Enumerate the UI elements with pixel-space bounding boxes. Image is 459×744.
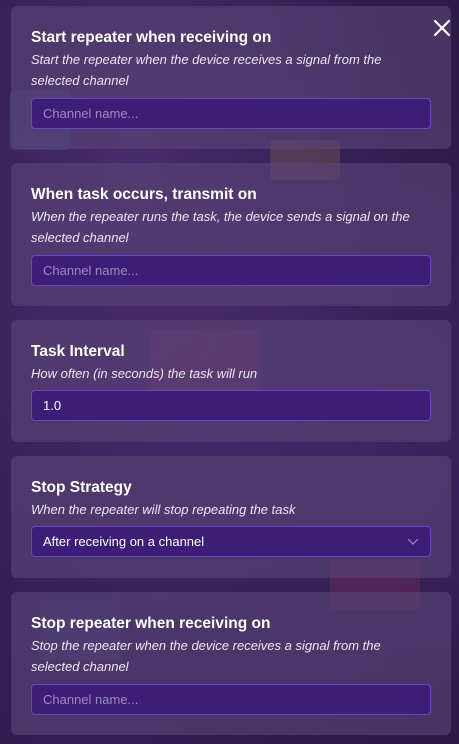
start-channel-input[interactable] xyxy=(43,106,419,121)
stop-strategy-value: After receiving on a channel xyxy=(43,534,205,549)
section-transmit-on: When task occurs, transmit on When the r… xyxy=(11,163,451,306)
close-button[interactable] xyxy=(431,17,453,39)
section-title: Stop Strategy xyxy=(31,479,132,496)
section-description: When the repeater will stop repeating th… xyxy=(31,502,296,517)
section-title: Task Interval xyxy=(31,343,125,360)
transmit-channel-field[interactable] xyxy=(31,255,431,286)
section-description: How often (in seconds) the task will run xyxy=(31,366,258,381)
stop-channel-field[interactable] xyxy=(31,684,431,715)
stop-channel-input[interactable] xyxy=(43,692,419,707)
section-task-interval: Task Interval How often (in seconds) the… xyxy=(11,320,451,442)
task-interval-field[interactable] xyxy=(31,390,431,421)
section-title: Stop repeater when receiving on xyxy=(31,615,271,632)
section-description: Start the repeater when the device recei… xyxy=(31,52,382,88)
section-title: When task occurs, transmit on xyxy=(31,186,257,203)
section-stop-strategy: Stop Strategy When the repeater will sto… xyxy=(11,456,451,578)
transmit-channel-input[interactable] xyxy=(43,263,419,278)
section-description: Stop the repeater when the device receiv… xyxy=(31,638,381,674)
section-description: When the repeater runs the task, the dev… xyxy=(31,209,410,245)
section-title: Start repeater when receiving on xyxy=(31,29,272,46)
section-stop-repeater: Stop repeater when receiving on Stop the… xyxy=(11,592,451,735)
close-icon xyxy=(433,19,451,37)
task-interval-input[interactable] xyxy=(43,398,419,413)
stop-strategy-select[interactable]: After receiving on a channel xyxy=(31,526,431,557)
chevron-down-icon xyxy=(407,538,419,545)
section-start-repeater: Start repeater when receiving on Start t… xyxy=(11,6,451,149)
start-channel-field[interactable] xyxy=(31,98,431,129)
